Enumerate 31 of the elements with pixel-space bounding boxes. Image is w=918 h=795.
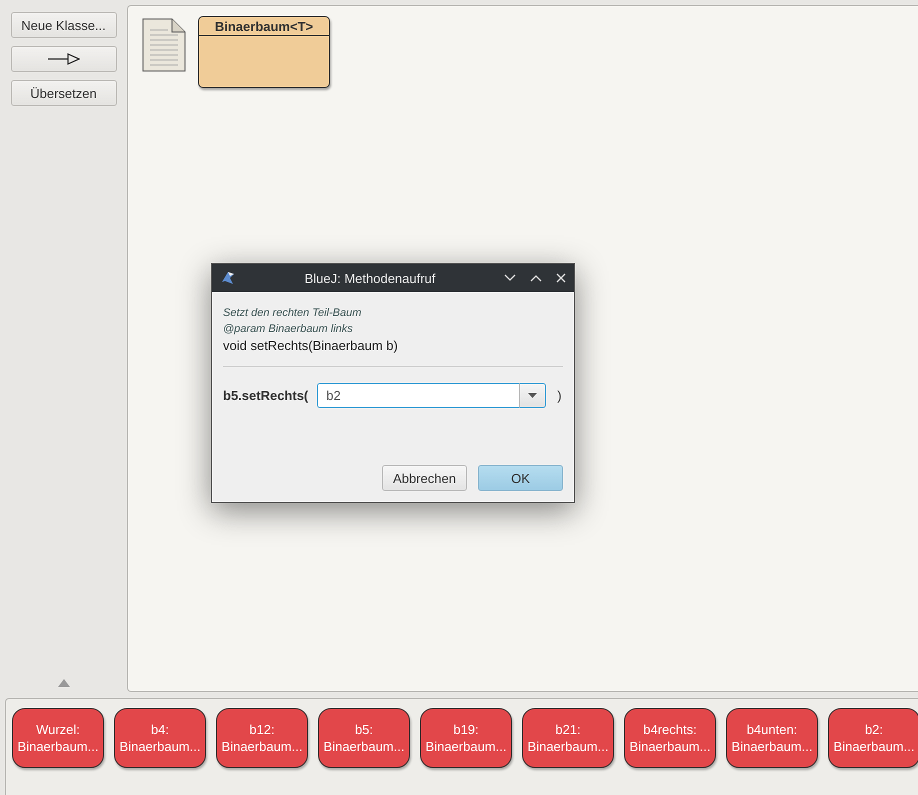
object-instance[interactable]: b21: Binaerbaum... — [522, 708, 614, 768]
maximize-icon[interactable] — [530, 274, 542, 282]
toolbar-button[interactable]: Neue Klasse... — [10, 12, 116, 38]
dropdown-button[interactable] — [520, 383, 546, 408]
method-comment: @param Binaerbaum links — [223, 322, 354, 337]
bird-icon — [220, 270, 236, 286]
toolbar-button[interactable]: Übersetzen — [10, 80, 116, 106]
object-instance[interactable]: b5: Binaerbaum... — [318, 708, 410, 768]
class-box[interactable]: Binaerbaum<T> — [198, 16, 330, 88]
dialog-button[interactable]: Abbrechen — [382, 465, 467, 491]
dialog-title: BlueJ: Methodenaufruf — [304, 270, 436, 286]
argument-field[interactable]: b2 — [317, 383, 520, 408]
dialog-button[interactable]: OK — [478, 465, 563, 491]
call-prefix: b5.setRechts( — [223, 388, 308, 403]
object-instance[interactable]: b4: Binaerbaum... — [114, 708, 206, 768]
inheritance-arrow-button[interactable] — [10, 46, 116, 72]
caret-icon — [528, 393, 538, 398]
arrow-icon — [48, 53, 80, 65]
object-instance[interactable]: b19: Binaerbaum... — [420, 708, 512, 768]
class-name: Binaerbaum<T> — [199, 17, 329, 36]
object-instance[interactable]: b4unten: Binaerbaum... — [726, 708, 818, 768]
readme-document-icon — [142, 18, 186, 72]
call-suffix: ) — [557, 388, 562, 403]
close-icon[interactable] — [556, 273, 566, 283]
object-instance[interactable]: b12: Binaerbaum... — [216, 708, 308, 768]
object-instance[interactable]: b4rechts: Binaerbaum... — [624, 708, 716, 768]
method-comment: Setzt den rechten Teil-Baum — [223, 306, 362, 321]
object-instance[interactable]: b2: Binaerbaum... — [828, 708, 918, 768]
object-instance[interactable]: Wurzel: Binaerbaum... — [12, 708, 104, 768]
method-signature: void setRechts(Binaerbaum b) — [223, 337, 399, 355]
minimize-icon[interactable] — [504, 274, 516, 282]
